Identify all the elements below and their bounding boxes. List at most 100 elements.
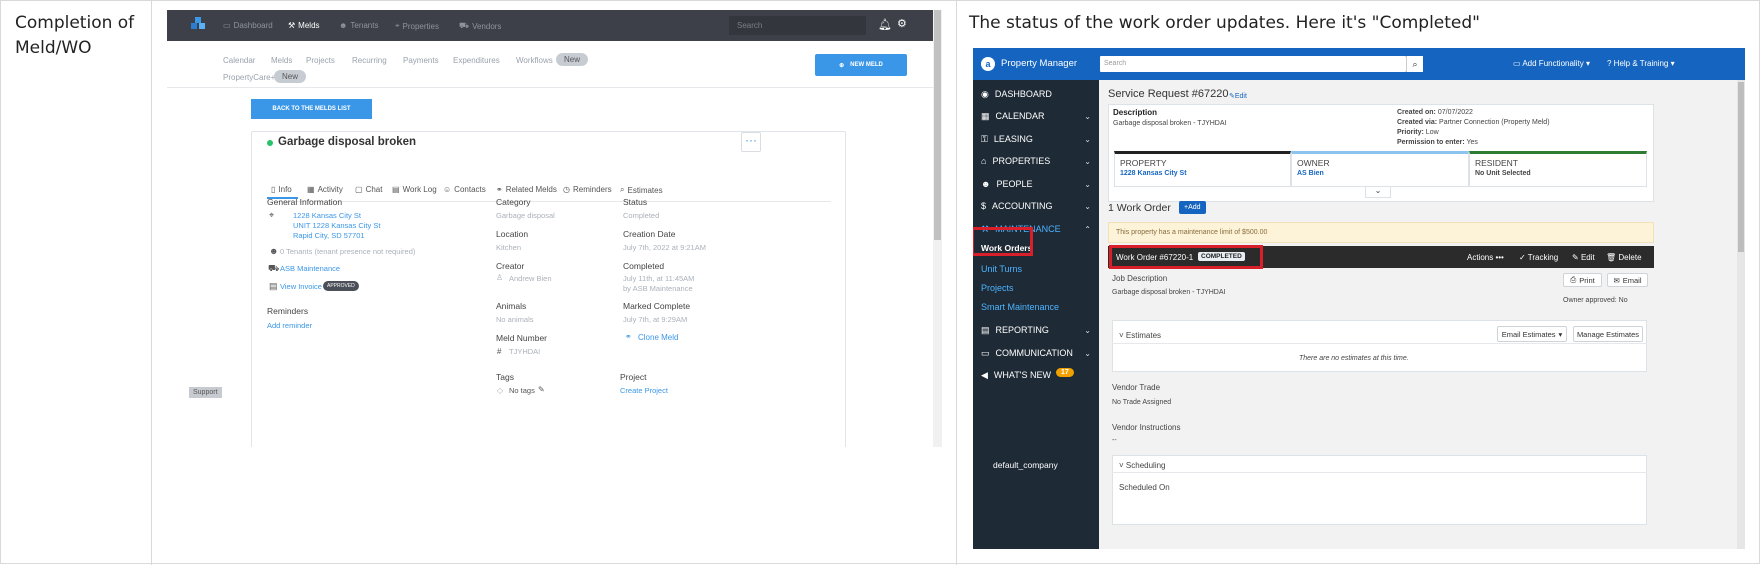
- link-icon: ⚭: [496, 185, 503, 194]
- nav-properties[interactable]: ⌖ Properties: [395, 21, 439, 31]
- sidebar-item-whats-new[interactable]: ◀ WHAT'S NEW: [973, 363, 1099, 387]
- maintenance-limit-alert: This property has a maintenance limit of…: [1108, 222, 1654, 243]
- nav-vendors[interactable]: ⛟ Vendors: [459, 21, 501, 31]
- completed-by-value: by ASB Maintenance: [623, 284, 693, 293]
- sidebar-item-calendar[interactable]: ▦ CALENDAR ⌄: [973, 104, 1099, 128]
- location-value: Kitchen: [496, 243, 522, 252]
- print-button[interactable]: ⎙ Print: [1563, 273, 1602, 287]
- help-menu[interactable]: ? Help & Training ▾: [1607, 59, 1675, 68]
- email-estimates-button[interactable]: Email Estimates ▾: [1497, 326, 1567, 342]
- view-invoice-link[interactable]: View Invoice: [280, 282, 322, 291]
- edit-sr-link[interactable]: ✎Edit: [1229, 92, 1247, 100]
- property-label: PROPERTY: [1120, 158, 1167, 168]
- job-description-value: Garbage disposal broken - TJYHDAI: [1112, 289, 1226, 296]
- pm-search-input[interactable]: Search: [1100, 56, 1406, 72]
- pencil-icon: ✎: [1572, 253, 1581, 262]
- meld-scrollbar[interactable]: [933, 10, 942, 447]
- invoice-icon: ▤: [269, 281, 278, 291]
- tab-related-melds[interactable]: ⚭ Related Melds: [496, 185, 557, 194]
- location-label: Location: [496, 229, 529, 239]
- subnav-calendar[interactable]: Calendar: [223, 56, 255, 65]
- divider: [167, 87, 933, 88]
- manage-estimates-button[interactable]: Manage Estimates: [1573, 326, 1643, 342]
- subnav-recurring[interactable]: Recurring: [352, 56, 387, 65]
- add-reminder-link[interactable]: Add reminder: [267, 321, 312, 330]
- marked-complete-label: Marked Complete: [623, 301, 691, 311]
- tab-activity[interactable]: ▦ Activity: [307, 185, 343, 194]
- address-link[interactable]: 1228 Kansas City St UNIT 1228 Kansas City…: [293, 211, 380, 241]
- scrollbar-thumb[interactable]: [934, 10, 941, 240]
- scheduling-toggle[interactable]: ˅ Scheduling: [1119, 461, 1166, 470]
- creation-date-value: July 7th, 2022 at 9:21AM: [623, 243, 706, 252]
- tab-info[interactable]: ▯ Info: [271, 185, 292, 194]
- bell-icon[interactable]: 🔔︎: [878, 18, 892, 31]
- status-label: Status: [623, 197, 648, 207]
- actions-menu[interactable]: Actions •••: [1467, 253, 1504, 262]
- search-icon[interactable]: ⌕: [1406, 56, 1423, 72]
- vendor-link[interactable]: ASB Maintenance: [280, 264, 340, 273]
- subnav-workflows[interactable]: Workflows: [516, 56, 553, 65]
- create-project-link[interactable]: Create Project: [620, 386, 668, 395]
- estimates-toggle[interactable]: ˅ Estimates: [1119, 331, 1161, 340]
- edit-work-order-button[interactable]: ✎ Edit: [1572, 253, 1595, 262]
- add-functionality-menu[interactable]: ▭ Add Functionality ▾: [1513, 59, 1590, 68]
- tab-reminders[interactable]: ◷ Reminders: [563, 185, 612, 194]
- owner-approved: Owner approved: No: [1563, 297, 1628, 304]
- subnav-melds[interactable]: Melds: [271, 56, 292, 65]
- property-card: [1114, 151, 1291, 187]
- subnav-payments[interactable]: Payments: [403, 56, 439, 65]
- subnav-propertycare[interactable]: PropertyCare+: [223, 73, 275, 82]
- tab-work-log[interactable]: ▤ Work Log: [392, 185, 437, 194]
- scrollbar-thumb[interactable]: [1738, 82, 1744, 252]
- sidebar-item-dashboard[interactable]: ◉ DASHBOARD: [973, 82, 1099, 106]
- email-button[interactable]: ✉ Email: [1607, 273, 1648, 287]
- meld-logo-icon: [191, 17, 205, 31]
- brand-logo-icon: a: [981, 57, 995, 71]
- back-to-melds-button[interactable]: BACK TO THE MELDS LIST: [251, 99, 372, 119]
- sidebar-item-accounting[interactable]: $ ACCOUNTING ⌄: [973, 194, 1099, 218]
- pm-sidebar: ◉ DASHBOARD ▦ CALENDAR ⌄ ⚿ LEASING ⌄ ⌂ PROPERT…: [973, 80, 1099, 549]
- calendar-icon: ▦: [981, 110, 990, 121]
- sidebar-sub-projects[interactable]: Projects: [981, 283, 1014, 293]
- plus-circle-icon: ⊕: [839, 62, 845, 69]
- meld-screenshot: ▭ Dashboard ⚒ Melds ☻ Tenants ⌖ Properties ⛟…: [167, 10, 942, 447]
- sidebar-item-leasing[interactable]: ⚿ LEASING ⌄: [973, 127, 1099, 151]
- nav-tenants[interactable]: ☻ Tenants: [339, 21, 378, 30]
- tab-chat[interactable]: ▢ Chat: [355, 185, 382, 194]
- sidebar-item-people[interactable]: ☻ PEOPLE ⌄: [973, 172, 1099, 196]
- more-menu-button[interactable]: ···: [741, 132, 761, 152]
- add-work-order-button[interactable]: +Add: [1179, 201, 1206, 214]
- owner-link[interactable]: AS Bien: [1297, 170, 1324, 177]
- vendor-trade-value: No Trade Assigned: [1112, 399, 1172, 406]
- nav-melds[interactable]: ⚒ Melds: [288, 21, 320, 30]
- truck-icon: ⛟: [268, 263, 280, 273]
- tab-estimates[interactable]: ⌕ Estimates: [620, 185, 663, 195]
- sidebar-item-communication[interactable]: ▭ COMMUNICATION ⌄: [973, 341, 1099, 365]
- subnav-projects[interactable]: Projects: [306, 56, 335, 65]
- property-link[interactable]: 1228 Kansas City St: [1120, 170, 1187, 177]
- sidebar-sub-unit-turns[interactable]: Unit Turns: [981, 264, 1022, 274]
- new-meld-button[interactable]: ⊕ NEW MELD: [815, 54, 907, 76]
- sidebar-item-reporting[interactable]: ▤ REPORTING ⌄: [973, 318, 1099, 342]
- subnav-expenditures[interactable]: Expenditures: [453, 56, 500, 65]
- sidebar-item-properties[interactable]: ⌂ PROPERTIES ⌄: [973, 149, 1099, 173]
- meld-number-label: Meld Number: [496, 333, 548, 343]
- divider: [1112, 343, 1647, 344]
- completed-value: July 11th, at 11:45AM: [623, 274, 695, 283]
- location-pin-icon: ⌖: [269, 210, 275, 220]
- pencil-icon[interactable]: ✎: [538, 385, 545, 394]
- nav-dashboard[interactable]: ▭ Dashboard: [223, 21, 273, 30]
- delete-work-order-button[interactable]: 🗑︎ Delete: [1606, 253, 1642, 262]
- vendor-instructions-label: Vendor Instructions: [1112, 423, 1181, 432]
- support-button[interactable]: Support: [189, 387, 222, 398]
- clone-meld-link[interactable]: Clone Meld: [638, 333, 678, 342]
- sidebar-sub-smart-maintenance[interactable]: Smart Maintenance: [981, 302, 1059, 312]
- tracking-button[interactable]: ✓ Tracking: [1519, 253, 1558, 262]
- meld-search-input[interactable]: Search: [729, 16, 866, 35]
- gear-icon[interactable]: ⚙: [897, 17, 907, 30]
- hash-icon: #: [497, 347, 502, 356]
- trash-icon: 🗑︎: [1606, 253, 1619, 262]
- chevron-down-icon[interactable]: ⌄: [1365, 186, 1391, 198]
- tab-contacts[interactable]: ☺ Contacts: [443, 185, 486, 194]
- project-label: Project: [620, 372, 647, 382]
